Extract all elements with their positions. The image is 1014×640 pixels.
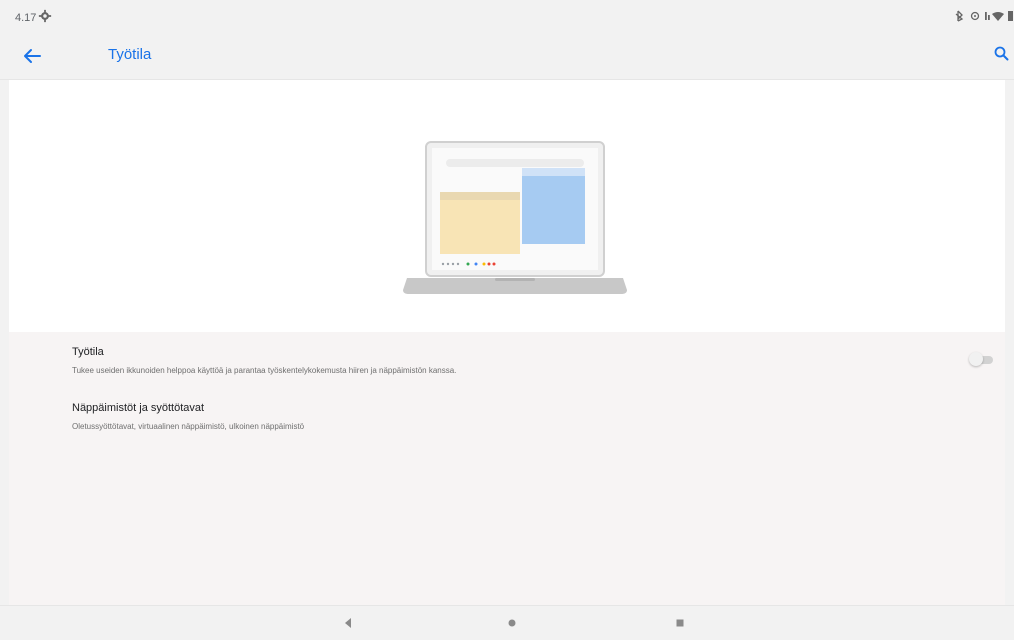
keyboards-input-methods-setting[interactable]: Näppäimistöt ja syöttötavat Oletussyöttö… — [9, 388, 1005, 440]
illustration-area — [9, 80, 1005, 332]
workspace-title: Työtila — [72, 346, 104, 358]
keyboards-input-methods-title: Näppäimistöt ja syöttötavat — [72, 402, 205, 414]
workspace-toggle[interactable] — [969, 352, 997, 368]
settings-gear-icon — [38, 9, 52, 23]
square-recents-icon[interactable] — [672, 615, 688, 631]
app-bar: Työtila — [0, 32, 1014, 80]
status-time: 4.17 — [15, 12, 37, 24]
toggle-thumb — [969, 352, 983, 366]
battery-icon — [1008, 11, 1013, 21]
workspace-setting[interactable]: Työtila Tukee useiden ikkunoiden helppoa… — [9, 332, 1005, 388]
circle-home-icon[interactable] — [504, 615, 520, 631]
bluetooth-icon — [955, 10, 964, 22]
laptop-desktop-mode-illustration — [403, 141, 627, 294]
keyboards-input-methods-summary: Oletussyöttötavat, virtuaalinen näppäimi… — [72, 422, 305, 431]
search-icon[interactable] — [992, 44, 1012, 64]
wifi-icon — [992, 12, 1004, 21]
workspace-summary: Tukee useiden ikkunoiden helppoa käyttöä… — [72, 366, 457, 375]
location-icon — [970, 11, 980, 21]
triangle-back-icon[interactable] — [340, 615, 356, 631]
status-bar: 4.17 — [0, 0, 1014, 32]
back-arrow-icon[interactable] — [20, 44, 44, 68]
status-icons — [955, 10, 1013, 22]
mobile-data-icon — [985, 12, 990, 20]
page-title: Työtila — [108, 46, 152, 63]
settings-list: Työtila Tukee useiden ikkunoiden helppoa… — [9, 332, 1005, 605]
navigation-bar — [0, 605, 1014, 640]
